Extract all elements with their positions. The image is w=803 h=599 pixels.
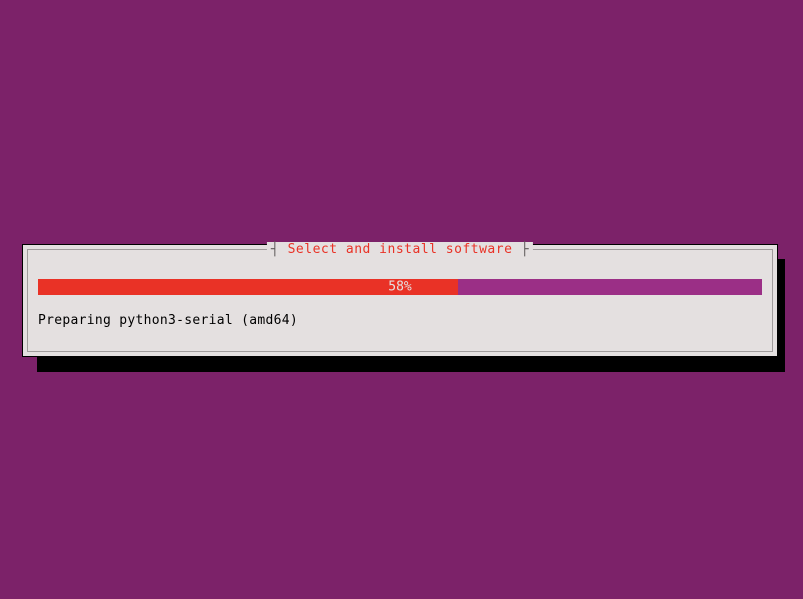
progress-bar: 58% [38, 279, 762, 295]
title-bracket-left: ┤ [271, 242, 279, 257]
title-bracket-right: ├ [521, 242, 529, 257]
status-text: Preparing python3-serial (amd64) [38, 313, 298, 328]
dialog-title-wrapper: ┤ Select and install software ├ [267, 242, 533, 257]
dialog-inner-border: ┤ Select and install software ├ 58% Prep… [27, 249, 773, 352]
installer-dialog: ┤ Select and install software ├ 58% Prep… [22, 244, 778, 357]
dialog-title: Select and install software [288, 242, 513, 257]
progress-percent-label: 58% [388, 281, 411, 294]
